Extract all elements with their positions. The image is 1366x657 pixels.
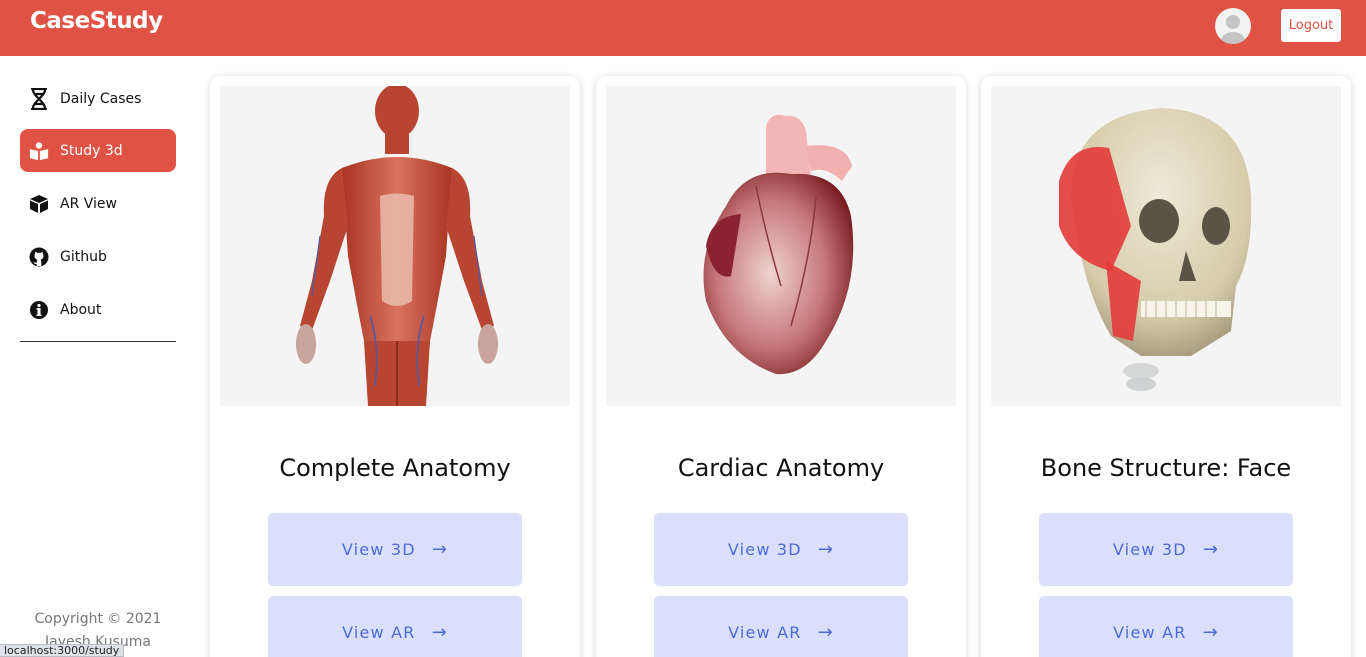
sidebar-divider bbox=[20, 341, 176, 342]
sidebar: Daily Cases Study 3d AR View Github Abou… bbox=[0, 56, 196, 657]
status-bar-url: localhost:3000/study bbox=[0, 644, 125, 657]
sidebar-item-label: Study 3d bbox=[60, 142, 123, 159]
sidebar-item-label: Github bbox=[60, 248, 107, 265]
arrow-right-icon: → bbox=[1202, 539, 1220, 560]
user-icon bbox=[1221, 15, 1245, 44]
sidebar-item-github[interactable]: Github bbox=[20, 235, 176, 278]
view-3d-button[interactable]: View 3D → bbox=[268, 513, 522, 586]
button-label: View AR bbox=[342, 623, 416, 642]
model-card-bone-structure-face: Bone Structure: Face View 3D → View AR → bbox=[981, 76, 1351, 657]
sidebar-item-ar-view[interactable]: AR View bbox=[20, 182, 176, 225]
sidebar-item-study-3d[interactable]: Study 3d bbox=[20, 129, 176, 172]
sidebar-item-label: AR View bbox=[60, 195, 117, 212]
skull-image bbox=[991, 86, 1341, 406]
view-3d-button[interactable]: View 3D → bbox=[654, 513, 908, 586]
model-card-cardiac-anatomy: Cardiac Anatomy View 3D → View AR → bbox=[596, 76, 966, 657]
sidebar-item-label: About bbox=[60, 301, 102, 318]
card-title: Complete Anatomy bbox=[279, 454, 511, 482]
brand-logo[interactable]: CaseStudy bbox=[30, 8, 163, 34]
card-title: Bone Structure: Face bbox=[1040, 454, 1292, 482]
copyright-line: Copyright © 2021 bbox=[34, 611, 162, 627]
arrow-right-icon: → bbox=[431, 622, 448, 643]
heart-image bbox=[606, 86, 956, 406]
view-ar-button[interactable]: View AR → bbox=[654, 596, 908, 657]
button-label: View 3D bbox=[341, 540, 416, 559]
sidebar-item-daily-cases[interactable]: Daily Cases bbox=[20, 77, 176, 120]
dna-icon bbox=[29, 87, 49, 110]
button-label: View 3D bbox=[1112, 540, 1187, 559]
button-label: View AR bbox=[728, 623, 802, 642]
user-avatar[interactable] bbox=[1215, 8, 1251, 44]
muscular-body-image bbox=[220, 86, 570, 406]
model-card-complete-anatomy: Complete Anatomy View 3D → View AR → bbox=[210, 76, 580, 657]
sidebar-item-label: Daily Cases bbox=[60, 90, 142, 107]
view-ar-button[interactable]: View AR → bbox=[268, 596, 522, 657]
card-title: Cardiac Anatomy bbox=[677, 454, 885, 482]
button-label: View 3D bbox=[727, 540, 802, 559]
arrow-right-icon: → bbox=[817, 539, 835, 560]
top-bar: CaseStudy Logout bbox=[0, 0, 1366, 56]
arrow-right-icon: → bbox=[1202, 622, 1219, 643]
cube-icon bbox=[29, 194, 49, 214]
info-icon bbox=[29, 300, 49, 320]
logout-button[interactable]: Logout bbox=[1281, 9, 1341, 42]
sidebar-item-about[interactable]: About bbox=[20, 288, 176, 331]
view-3d-button[interactable]: View 3D → bbox=[1039, 513, 1293, 586]
book-reader-icon bbox=[29, 141, 49, 161]
view-ar-button[interactable]: View AR → bbox=[1039, 596, 1293, 657]
github-icon bbox=[29, 247, 49, 267]
button-label: View AR bbox=[1113, 623, 1187, 642]
arrow-right-icon: → bbox=[817, 622, 834, 643]
arrow-right-icon: → bbox=[431, 539, 449, 560]
